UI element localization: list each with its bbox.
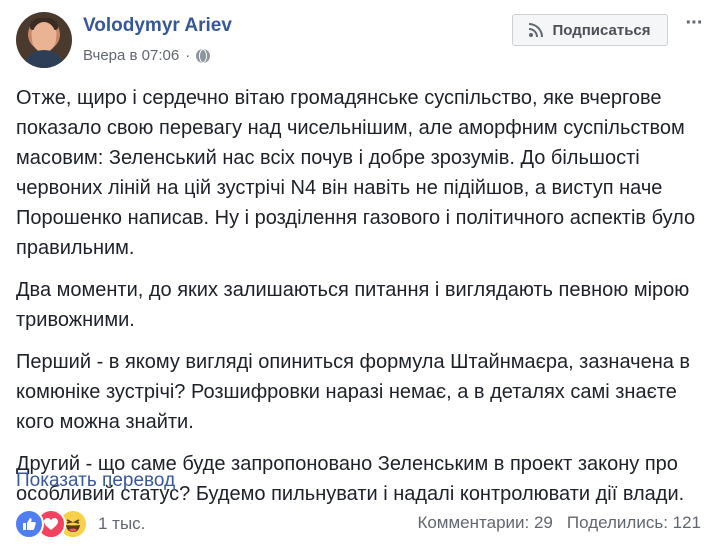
reactions-summary[interactable]: 1 тыс. — [14, 509, 145, 539]
rss-icon — [529, 23, 544, 37]
reactions-count[interactable]: 1 тыс. — [98, 514, 145, 534]
post-paragraph: Перший - в якому вигляді опиниться форму… — [16, 351, 691, 433]
globe-icon[interactable] — [196, 48, 211, 63]
author-name-link[interactable]: Volodymyr Ariev — [83, 15, 232, 37]
comments-count-link[interactable]: Комментарии: 29 — [417, 513, 552, 533]
post-body: Отже, щиро і сердечно вітаю громадянське… — [16, 83, 706, 521]
post-timestamp[interactable]: Вчера в 07:06 — [83, 47, 179, 64]
post-stats: Комментарии: 29 Поделились: 121 — [417, 513, 701, 533]
post-paragraph: Отже, щиро і сердечно вітаю громадянське… — [16, 87, 696, 259]
shares-count-link[interactable]: Поделились: 121 — [567, 513, 701, 533]
follow-button-label: Подписаться — [552, 21, 651, 39]
post-paragraph: Два моменти, до яких залишаються питання… — [16, 279, 690, 331]
more-options-icon[interactable]: ··· — [682, 13, 706, 40]
follow-button[interactable]: Подписаться — [512, 14, 668, 46]
author-avatar[interactable] — [16, 12, 72, 68]
facebook-post: Volodymyr Ariev Вчера в 07:06 · Подписат… — [0, 0, 717, 550]
show-translation-link[interactable]: Показать перевод — [16, 470, 175, 492]
meta-separator: · — [185, 47, 191, 64]
post-meta: Вчера в 07:06 · — [83, 47, 211, 64]
like-icon — [14, 509, 44, 539]
